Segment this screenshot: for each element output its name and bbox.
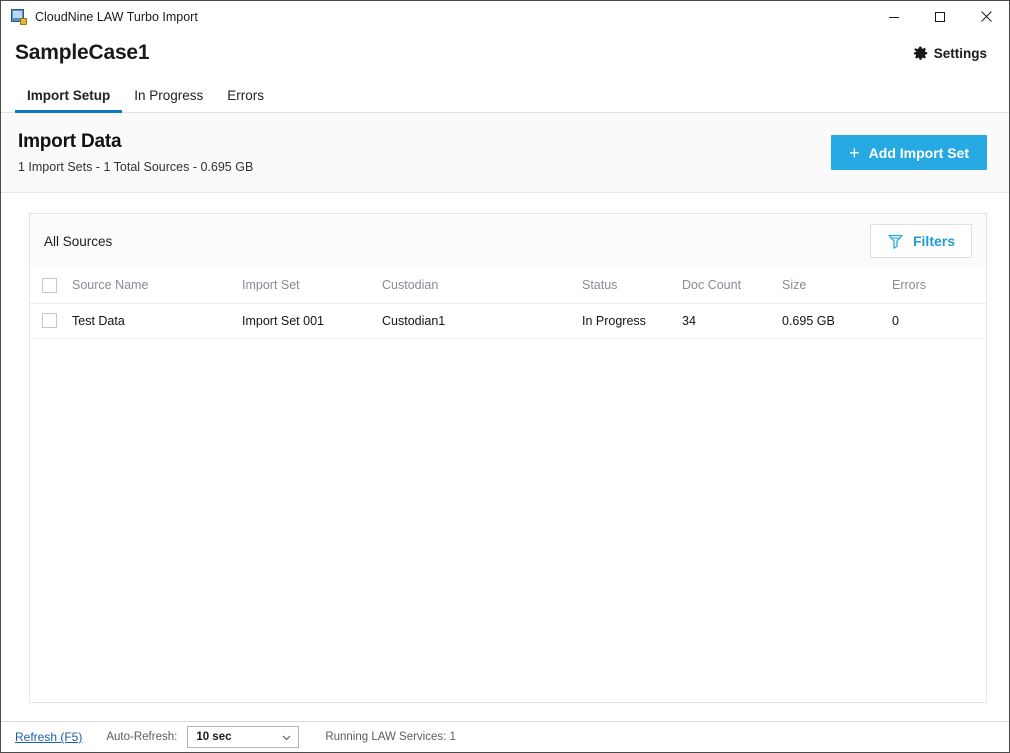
filters-label: Filters [912,233,955,249]
select-all-checkbox[interactable] [42,277,57,293]
all-sources-panel: All Sources Filters Source Name Import S… [29,213,987,703]
cell-import-set: Import Set 001 [242,303,382,339]
sources-table-head: Source Name Import Set Custodian Status … [30,268,986,304]
title-bar-left: CloudNine LAW Turbo Import [1,8,871,25]
cell-size: 0.695 GB [782,303,892,339]
auto-refresh-value: 10 sec [196,731,232,743]
tab-import-setup[interactable]: Import Setup [15,88,123,113]
close-icon[interactable] [963,1,1009,32]
minimize-icon[interactable] [871,1,917,32]
status-bar: Refresh (F5) Auto-Refresh: 10 sec Runnin… [1,721,1009,752]
panel-title: All Sources [44,233,113,249]
column-header-source-name[interactable]: Source Name [72,268,242,304]
select-all-header [30,268,72,304]
column-header-doc-count[interactable]: Doc Count [682,268,782,304]
column-header-import-set[interactable]: Import Set [242,268,382,304]
auto-refresh-label: Auto-Refresh: [106,731,178,743]
running-services-text: Running LAW Services: 1 [325,731,456,743]
tab-errors[interactable]: Errors [215,88,276,112]
cell-doc-count: 34 [682,303,782,339]
settings-label: Settings [933,45,987,61]
table-empty-area [30,339,986,703]
case-header: SampleCase1 Settings [1,32,1009,74]
add-import-set-label: Add Import Set [868,144,969,161]
title-bar: CloudNine LAW Turbo Import [1,1,1009,32]
funnel-icon [888,234,903,249]
app-window-icon [10,8,27,25]
window-controls [871,1,1009,32]
tab-in-progress-label: In Progress [134,88,204,103]
row-select-cell [30,303,72,339]
table-header-row: Source Name Import Set Custodian Status … [30,268,986,304]
import-data-summary: 1 Import Sets - 1 Total Sources - 0.695 … [18,160,254,174]
tab-import-setup-label: Import Setup [27,88,111,103]
chevron-down-icon [282,735,291,740]
cell-errors: 0 [892,303,986,339]
column-header-size[interactable]: Size [782,268,892,304]
sources-table-body: Test Data Import Set 001 Custodian1 In P… [30,303,986,339]
window-title: CloudNine LAW Turbo Import [35,9,198,24]
maximize-icon[interactable] [917,1,963,32]
column-header-errors[interactable]: Errors [892,268,986,304]
cell-source-name: Test Data [72,303,242,339]
column-header-custodian[interactable]: Custodian [382,268,582,304]
gear-icon [913,46,927,60]
settings-button[interactable]: Settings [913,46,987,61]
cell-status: In Progress [582,303,682,339]
plus-icon: + [849,142,860,163]
auto-refresh-select[interactable]: 10 sec [187,726,300,748]
tab-errors-label: Errors [227,88,265,103]
sources-table: Source Name Import Set Custodian Status … [30,268,986,339]
refresh-link[interactable]: Refresh (F5) [15,730,82,744]
filters-button[interactable]: Filters [869,224,972,258]
tab-strip: Import Setup In Progress Errors [1,74,1009,113]
column-header-status[interactable]: Status [582,268,682,304]
page-title: SampleCase1 [15,41,150,64]
row-checkbox[interactable] [42,313,57,328]
table-row[interactable]: Test Data Import Set 001 Custodian1 In P… [30,303,986,339]
add-import-set-button[interactable]: + Add Import Set [831,135,987,170]
tab-in-progress[interactable]: In Progress [122,88,215,112]
panel-header: All Sources Filters [30,214,986,268]
import-data-title: Import Data [18,131,122,152]
cell-custodian: Custodian1 [382,303,582,339]
import-data-band: Import Data 1 Import Sets - 1 Total Sour… [1,113,1009,193]
import-data-texts: Import Data 1 Import Sets - 1 Total Sour… [18,131,831,174]
main-content: All Sources Filters Source Name Import S… [1,193,1009,721]
application-window: CloudNine LAW Turbo Import SampleCase1 S… [0,0,1010,753]
